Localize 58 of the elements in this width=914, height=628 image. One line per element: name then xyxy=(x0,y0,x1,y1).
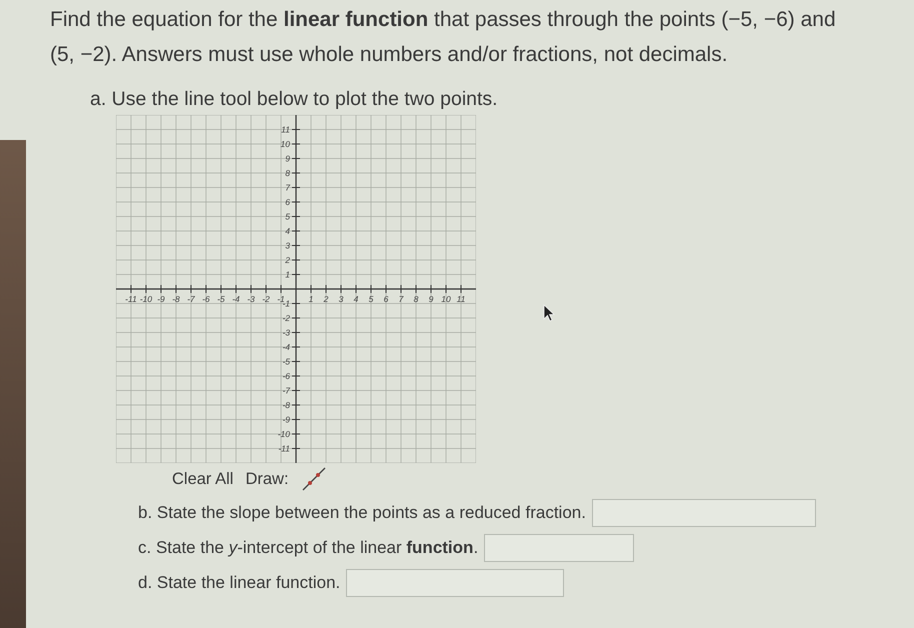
axis-tick-label: -2 xyxy=(262,294,270,304)
coordinate-grid[interactable]: -11 -10 -9 -8 -7 -6 -5 -4 -3 -2 -1 1 2 3 4 5 6 7 8 9 10 11 11 10 9 8 7 6 5 4 3 2 1 -1 -2 -3 -4 -5 -6 -7 -8 -9 -10 -11 xyxy=(116,115,476,463)
axis-tick-label: 2 xyxy=(285,255,290,265)
question-label: b. State the slope between the points as a reduced fraction. xyxy=(138,503,586,523)
question-text: Find the equation for the linear function that passes through the points (−5, −6) and (5, −2). Answers must use whole numbers and/or fractions, not decimals. xyxy=(50,7,837,68)
axis-tick-label: 9 xyxy=(428,294,434,304)
axis-tick-label: -5 xyxy=(217,294,225,304)
axis-tick-label: 1 xyxy=(308,294,314,304)
axis-tick-label: -8 xyxy=(282,400,290,410)
axis-tick-label: -11 xyxy=(278,444,290,454)
axis-tick-label: 4 xyxy=(285,226,290,236)
axis-tick-label: -4 xyxy=(232,294,240,304)
axis-tick-label: -7 xyxy=(187,294,195,304)
axis-tick-label: 2 xyxy=(324,294,328,304)
line-icon xyxy=(300,466,327,492)
axis-tick-label: -7 xyxy=(282,386,290,396)
line-tool-button[interactable] xyxy=(300,466,327,492)
axis-tick-label: -3 xyxy=(247,294,255,304)
axis-tick-label: 10 xyxy=(441,294,451,304)
axis-tick-label: 6 xyxy=(285,197,290,207)
cursor-icon xyxy=(543,304,555,322)
axis-tick-label: -6 xyxy=(282,371,290,381)
axis-tick-label: -8 xyxy=(172,294,180,304)
axis-tick-label: 6 xyxy=(384,294,388,304)
axis-tick-label: -10 xyxy=(140,294,152,304)
axis-tick-label: -5 xyxy=(282,356,290,366)
axis-tick-label: -9 xyxy=(157,294,165,304)
axis-tick-label: 8 xyxy=(414,294,418,304)
axis-tick-label: -11 xyxy=(125,294,137,304)
axis-tick-label: -10 xyxy=(278,429,290,439)
axis-tick-label: -1 xyxy=(282,298,290,308)
axis-tick-label: -6 xyxy=(202,294,210,304)
draw-label: Draw: xyxy=(245,470,289,488)
part-a-instruction: a. Use the line tool below to plot the two points. xyxy=(90,88,499,111)
axis-tick-label: 11 xyxy=(281,124,290,134)
axis-tick-label: 5 xyxy=(368,294,374,304)
question-label: c. State the y-intercept of the linear function. xyxy=(138,538,478,558)
answer-field[interactable] xyxy=(592,499,816,527)
axis-tick-label: 3 xyxy=(338,294,344,304)
axis-tick-label: -1 xyxy=(277,294,285,304)
axis-tick-label: 4 xyxy=(354,294,358,304)
axis-tick-label: -2 xyxy=(282,313,290,323)
axis-tick-label: -3 xyxy=(282,328,290,338)
axis-tick-label: -4 xyxy=(282,342,290,352)
answer-field[interactable] xyxy=(346,569,564,597)
axis-tick-label: 3 xyxy=(285,240,290,250)
axis-tick-label: 8 xyxy=(285,168,290,178)
axis-tick-label: -9 xyxy=(282,414,290,424)
answer-field[interactable] xyxy=(484,534,634,562)
axis-tick-label: 11 xyxy=(456,294,466,304)
axis-tick-label: 7 xyxy=(285,182,290,192)
axis-tick-label: 5 xyxy=(285,212,290,222)
axis-tick-label: 9 xyxy=(285,154,290,164)
axis-tick-label: 1 xyxy=(285,270,290,280)
clear-all-button[interactable]: Clear All xyxy=(172,470,234,488)
axis-tick-label: 10 xyxy=(280,139,290,149)
question-label: d. State the linear function. xyxy=(138,573,340,593)
axis-tick-label: 7 xyxy=(398,294,404,304)
